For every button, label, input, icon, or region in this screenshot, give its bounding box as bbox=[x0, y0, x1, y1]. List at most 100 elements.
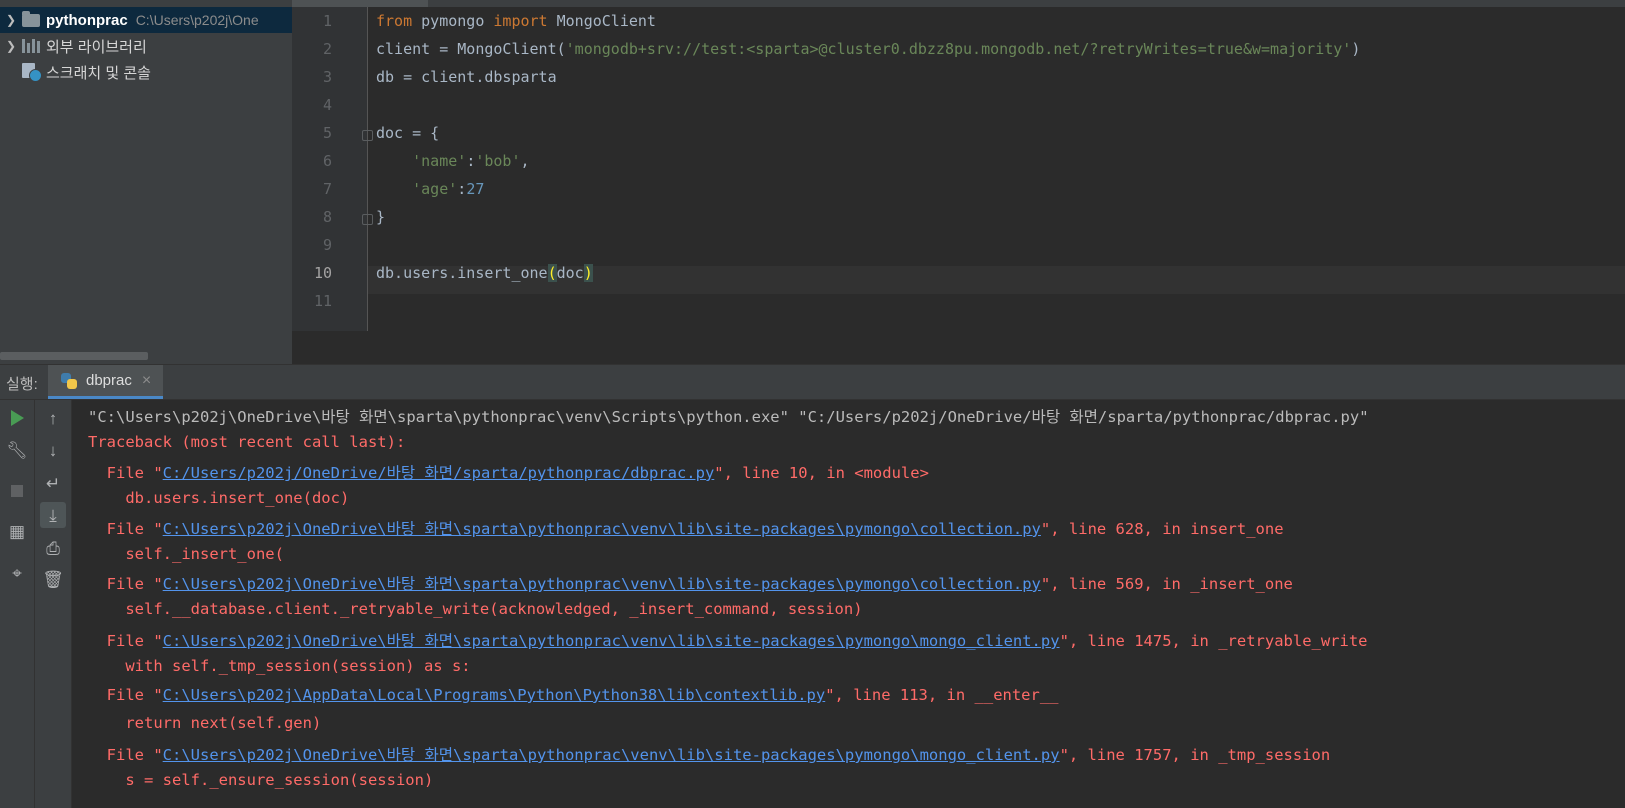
line-number: 1 bbox=[322, 12, 332, 30]
horizontal-scrollbar[interactable] bbox=[0, 352, 148, 360]
file-link[interactable]: C:\Users\p202j\AppData\Local\Programs\Py… bbox=[163, 686, 826, 704]
pin-icon[interactable]: ⌖ bbox=[4, 560, 30, 586]
wrench-icon[interactable]: 🔧︎ bbox=[4, 437, 30, 463]
code-editor[interactable]: 1 2 3 4 5 6 7 8 9 10 11 from pymongo imp… bbox=[292, 0, 1625, 364]
keyword: from bbox=[376, 12, 413, 30]
line-number: 4 bbox=[322, 96, 332, 114]
code-line-1[interactable]: from pymongo import MongoClient bbox=[376, 12, 656, 30]
frame-prefix: File " bbox=[88, 575, 163, 593]
matched-paren: ) bbox=[583, 264, 593, 282]
code-token: ) bbox=[1351, 40, 1361, 58]
tab-label: dbprac bbox=[86, 372, 132, 389]
run-tool-window-header: 실행: dbprac × bbox=[0, 365, 1625, 400]
python-icon bbox=[60, 372, 78, 390]
library-icon bbox=[22, 39, 40, 53]
traceback-code: self.__database.client._retryable_write(… bbox=[88, 600, 863, 618]
code-token: doc bbox=[556, 264, 584, 282]
line-number: 6 bbox=[322, 152, 332, 170]
trash-icon[interactable]: 🗑︎ bbox=[40, 566, 66, 592]
traceback-frame: File "C:\Users\p202j\AppData\Local\Progr… bbox=[88, 686, 1059, 704]
print-icon[interactable]: ⎙ bbox=[40, 535, 66, 561]
code-token: client = MongoClient( bbox=[376, 40, 566, 58]
file-link[interactable]: C:\Users\p202j\OneDrive\바탕 화면\sparta\pyt… bbox=[163, 632, 1060, 650]
string-literal: 'bob' bbox=[475, 152, 521, 170]
code-line-7[interactable]: 'age':27 bbox=[376, 180, 484, 198]
frame-suffix: ", line 569, in _insert_one bbox=[1040, 575, 1293, 593]
line-number: 3 bbox=[322, 68, 332, 86]
code-token: MongoClient bbox=[547, 12, 656, 30]
code-line-10[interactable]: db.users.insert_one(doc) bbox=[376, 264, 593, 282]
frame-prefix: File " bbox=[88, 520, 163, 538]
run-icon[interactable] bbox=[4, 405, 30, 431]
line-number: 9 bbox=[322, 236, 332, 254]
line-number-current: 10 bbox=[313, 264, 332, 282]
code-token: : bbox=[466, 152, 476, 170]
project-tree-panel: ❯ pythonprac C:\Users\p202j\One ❯ 외부 라이브… bbox=[0, 0, 292, 364]
tree-item-scratches[interactable]: 스크래치 및 콘솔 bbox=[0, 59, 151, 85]
traceback-frame: File "C:\Users\p202j\OneDrive\바탕 화면\spar… bbox=[88, 572, 1293, 594]
arrow-down-icon[interactable]: ↓ bbox=[40, 437, 66, 463]
file-link[interactable]: C:\Users\p202j\OneDrive\바탕 화면\sparta\pyt… bbox=[163, 575, 1041, 593]
tab-dbprac[interactable]: dbprac × bbox=[48, 365, 164, 399]
scroll-to-end-icon[interactable]: ⤓ bbox=[40, 502, 66, 528]
file-link[interactable]: C:\Users\p202j\OneDrive\바탕 화면\sparta\pyt… bbox=[163, 520, 1041, 538]
code-token: , bbox=[520, 152, 530, 170]
line-number: 5 bbox=[322, 124, 332, 142]
console-command-line: "C:\Users\p202j\OneDrive\바탕 화면\sparta\py… bbox=[88, 408, 1369, 426]
fold-marker-icon[interactable] bbox=[362, 130, 373, 141]
chevron-right-icon[interactable]: ❯ bbox=[0, 13, 22, 27]
frame-prefix: File " bbox=[88, 464, 163, 482]
traceback-code: db.users.insert_one(doc) bbox=[88, 489, 350, 507]
traceback-header: Traceback (most recent call last): bbox=[88, 433, 406, 451]
traceback-frame: File "C:\Users\p202j\OneDrive\바탕 화면\spar… bbox=[88, 517, 1284, 539]
run-label: 실행: bbox=[6, 376, 38, 393]
tree-item-pythonprac[interactable]: ❯ pythonprac C:\Users\p202j\One bbox=[0, 7, 292, 33]
close-icon[interactable]: × bbox=[142, 372, 151, 390]
stop-icon[interactable] bbox=[4, 478, 30, 504]
folder-icon bbox=[22, 10, 40, 27]
scratch-icon bbox=[22, 63, 42, 82]
code-line-5[interactable]: doc = { bbox=[376, 124, 439, 142]
code-line-8[interactable]: } bbox=[376, 208, 385, 226]
run-toolbar-right: ↑ ↓ ↵ ⤓ ⎙ 🗑︎ bbox=[35, 400, 72, 808]
file-link[interactable]: C:\Users\p202j\OneDrive\바탕 화면\sparta\pyt… bbox=[163, 746, 1060, 764]
traceback-frame: File "C:\Users\p202j\OneDrive\바탕 화면\spar… bbox=[88, 629, 1368, 651]
tree-item-label: pythonprac bbox=[46, 11, 128, 29]
editor-bottom-area bbox=[292, 331, 1625, 364]
line-number: 11 bbox=[313, 292, 332, 310]
code-line-3[interactable]: db = client.dbsparta bbox=[376, 68, 557, 86]
tree-item-external-libraries[interactable]: ❯ 외부 라이브러리 bbox=[0, 33, 147, 59]
frame-suffix: ", line 628, in insert_one bbox=[1040, 520, 1284, 538]
code-token: pymongo bbox=[412, 12, 494, 30]
traceback-frame: File "C:\Users\p202j\OneDrive\바탕 화면\spar… bbox=[88, 743, 1331, 765]
line-number: 7 bbox=[322, 180, 332, 198]
gutter-divider bbox=[367, 7, 368, 331]
traceback-frame: File "C:/Users/p202j/OneDrive/바탕 화면/spar… bbox=[88, 461, 929, 483]
layout-icon[interactable]: ▦ bbox=[4, 518, 30, 544]
frame-suffix: ", line 1475, in _retryable_write bbox=[1059, 632, 1368, 650]
keyword: import bbox=[493, 12, 548, 30]
number-literal: 27 bbox=[466, 180, 485, 198]
traceback-code: s = self._ensure_session(session) bbox=[88, 771, 434, 789]
code-token: db.users.insert_one bbox=[376, 264, 548, 282]
line-number: 8 bbox=[322, 208, 332, 226]
tree-item-label: 외부 라이브러리 bbox=[46, 38, 147, 56]
code-token: : bbox=[457, 180, 467, 198]
arrow-up-icon[interactable]: ↑ bbox=[40, 405, 66, 431]
string-literal: 'mongodb+srv://test:<sparta>@cluster0.db… bbox=[565, 40, 1352, 58]
traceback-code: return next(self.gen) bbox=[88, 714, 322, 732]
traceback-code: with self._tmp_session(session) as s: bbox=[88, 657, 471, 675]
run-console[interactable]: "C:\Users\p202j\OneDrive\바탕 화면\sparta\py… bbox=[72, 400, 1625, 808]
file-link[interactable]: C:/Users/p202j/OneDrive/바탕 화면/sparta/pyt… bbox=[163, 464, 715, 482]
line-number: 2 bbox=[322, 40, 332, 58]
soft-wrap-icon[interactable]: ↵ bbox=[40, 470, 66, 496]
frame-prefix: File " bbox=[88, 686, 163, 704]
code-line-2[interactable]: client = MongoClient('mongodb+srv://test… bbox=[376, 40, 1360, 58]
string-literal: 'age' bbox=[412, 180, 458, 198]
chevron-right-icon[interactable]: ❯ bbox=[0, 39, 22, 53]
matched-paren: ( bbox=[547, 264, 557, 282]
frame-prefix: File " bbox=[88, 746, 163, 764]
fold-marker-icon[interactable] bbox=[362, 214, 373, 225]
frame-suffix: ", line 10, in <module> bbox=[714, 464, 929, 482]
code-line-6[interactable]: 'name':'bob', bbox=[376, 152, 530, 170]
